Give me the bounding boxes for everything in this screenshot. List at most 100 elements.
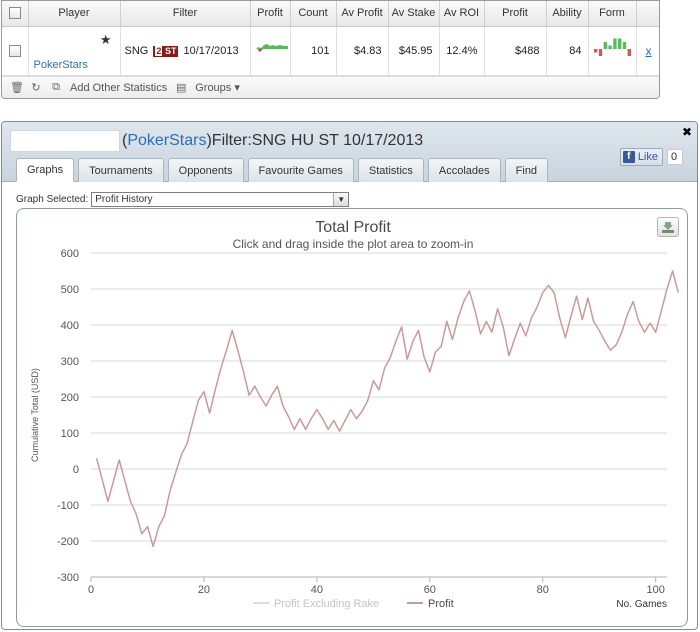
x-tick-label: 80 bbox=[537, 584, 549, 596]
stats-toolbar: 🗑 ↻ ⧉ Add Other Statistics ▤ Groups ▾ bbox=[2, 76, 659, 98]
filter-date: 10/17/2013 bbox=[183, 44, 239, 57]
legend-label-profit: Profit bbox=[428, 598, 454, 610]
form-bar bbox=[603, 42, 607, 49]
y-tick-label: -100 bbox=[57, 500, 79, 512]
form-bar bbox=[594, 49, 598, 53]
tab-bar: Graphs Tournaments Opponents Favourite G… bbox=[16, 158, 549, 182]
header-row: Player Filter Profit Count Av Profit Av … bbox=[2, 1, 659, 27]
player-name-link[interactable]: PokerStars bbox=[34, 59, 88, 71]
x-axis-label: No. Games bbox=[616, 599, 667, 610]
count-value: 101 bbox=[290, 26, 337, 76]
player-name-box bbox=[10, 130, 120, 152]
tab-statistics[interactable]: Statistics bbox=[357, 158, 424, 182]
profit-sparkline bbox=[252, 44, 288, 52]
tab-favourite-games[interactable]: Favourite Games bbox=[247, 158, 354, 182]
form-bar bbox=[627, 49, 631, 56]
tab-tournaments[interactable]: Tournaments bbox=[78, 158, 164, 182]
chevron-down-icon: ▼ bbox=[333, 193, 349, 206]
y-axis-label: Cumulative Total (USD) bbox=[30, 368, 40, 462]
x-tick-label: 100 bbox=[647, 584, 665, 596]
x-tick-label: 40 bbox=[311, 584, 323, 596]
col-av-roi[interactable]: Av ROI bbox=[439, 1, 485, 27]
x-tick-label: 20 bbox=[198, 584, 210, 596]
add-stats-icon: ⧉ bbox=[52, 81, 60, 93]
av-stake-value: $45.95 bbox=[388, 26, 440, 76]
player-cell: ★ PokerStars bbox=[28, 26, 121, 76]
export-chart-button[interactable] bbox=[657, 217, 679, 237]
x-tick-label: 60 bbox=[424, 584, 436, 596]
facebook-like: f Like 0 bbox=[619, 148, 683, 166]
col-count[interactable]: Count bbox=[290, 1, 337, 27]
ability-value: 84 bbox=[546, 26, 589, 76]
col-filter[interactable]: Filter bbox=[120, 1, 251, 27]
form-bar bbox=[613, 38, 617, 49]
stats-table: Player Filter Profit Count Av Profit Av … bbox=[2, 1, 659, 76]
profit-value: $488 bbox=[484, 26, 547, 76]
trash-icon[interactable]: 🗑 bbox=[10, 81, 24, 94]
col-remove bbox=[636, 1, 659, 27]
col-profit-graph[interactable]: Profit bbox=[250, 1, 291, 27]
groups-icon: ▤ bbox=[176, 82, 187, 94]
facebook-like-button[interactable]: f Like bbox=[619, 148, 663, 166]
refresh-icon[interactable]: ↻ bbox=[30, 81, 42, 94]
y-tick-label: 200 bbox=[61, 392, 79, 404]
y-tick-label: -300 bbox=[57, 572, 79, 584]
col-profit[interactable]: Profit bbox=[484, 1, 547, 27]
chart-subtitle: Click and drag inside the plot area to z… bbox=[233, 237, 474, 251]
facebook-icon: f bbox=[622, 151, 635, 163]
chevron-down-icon: ▾ bbox=[234, 82, 240, 94]
y-tick-label: 100 bbox=[61, 428, 79, 440]
site-link[interactable]: PokerStars bbox=[127, 132, 206, 150]
col-player[interactable]: Player bbox=[28, 1, 121, 27]
y-tick-label: 0 bbox=[73, 464, 79, 476]
y-tick-label: 500 bbox=[61, 284, 79, 296]
filter-prefix: SNG bbox=[124, 44, 149, 57]
tab-accolades[interactable]: Accolades bbox=[427, 158, 501, 182]
graph-select-row: Graph Selected: Profit History ▼ bbox=[16, 192, 350, 207]
filter-cell: SNG 2 ST 10/17/2013 bbox=[120, 26, 251, 76]
pokerstars-logo-icon: ★ bbox=[99, 31, 112, 47]
results-header: (PokerStars) Filter:SNG HU ST 10/17/2013… bbox=[2, 122, 697, 182]
filter-badge: 2 ST bbox=[153, 45, 179, 57]
row-checkbox[interactable] bbox=[8, 44, 21, 57]
chart-svg[interactable]: Total ProfitClick and drag inside the pl… bbox=[17, 209, 688, 627]
row-checkbox-cell bbox=[2, 26, 29, 76]
legend-label-excluding-rake: Profit Excluding Rake bbox=[274, 598, 379, 610]
results-panel: (PokerStars) Filter:SNG HU ST 10/17/2013… bbox=[1, 121, 698, 630]
tab-graphs[interactable]: Graphs bbox=[16, 158, 75, 182]
form-cell bbox=[588, 26, 637, 76]
x-tick-label: 0 bbox=[88, 584, 94, 596]
stats-table-panel: Player Filter Profit Count Av Profit Av … bbox=[1, 0, 660, 99]
select-all-checkbox[interactable] bbox=[8, 7, 21, 20]
panel-title: (PokerStars) Filter:SNG HU ST 10/17/2013 bbox=[10, 130, 423, 152]
av-roi-value: 12.4% bbox=[439, 26, 485, 76]
table-row[interactable]: ★ PokerStars SNG 2 ST 10/17/2013 101 $4.… bbox=[2, 26, 659, 76]
tab-opponents[interactable]: Opponents bbox=[167, 158, 244, 182]
y-tick-label: -200 bbox=[57, 536, 79, 548]
profit-sparkline-cell bbox=[250, 26, 291, 76]
av-profit-value: $4.83 bbox=[336, 26, 389, 76]
add-other-statistics-button[interactable]: Add Other Statistics bbox=[70, 82, 167, 94]
remove-cell: x bbox=[636, 26, 659, 76]
profit-chart[interactable]: Total Profit Click and drag inside the pl… bbox=[16, 208, 688, 627]
select-all-cell bbox=[2, 1, 29, 27]
tab-find[interactable]: Find bbox=[504, 158, 549, 182]
form-bars bbox=[594, 38, 631, 56]
remove-row-link[interactable]: x bbox=[646, 44, 652, 58]
graph-selected-label: Graph Selected: bbox=[16, 194, 89, 205]
col-av-profit[interactable]: Av Profit bbox=[336, 1, 389, 27]
y-tick-label: 400 bbox=[61, 320, 79, 332]
form-bar bbox=[622, 42, 627, 49]
like-count: 0 bbox=[667, 149, 683, 165]
download-icon bbox=[662, 222, 674, 233]
col-form[interactable]: Form bbox=[588, 1, 637, 27]
close-icon[interactable]: ✖ bbox=[682, 125, 692, 139]
col-av-stake[interactable]: Av Stake bbox=[388, 1, 440, 27]
filter-title: Filter:SNG HU ST 10/17/2013 bbox=[211, 132, 424, 149]
graph-select[interactable]: Profit History ▼ bbox=[91, 192, 350, 207]
form-bar bbox=[598, 49, 603, 56]
col-ability[interactable]: Ability bbox=[546, 1, 589, 27]
y-tick-label: 600 bbox=[61, 248, 79, 260]
groups-button[interactable]: Groups ▾ bbox=[195, 81, 240, 94]
y-tick-label: 300 bbox=[61, 356, 79, 368]
